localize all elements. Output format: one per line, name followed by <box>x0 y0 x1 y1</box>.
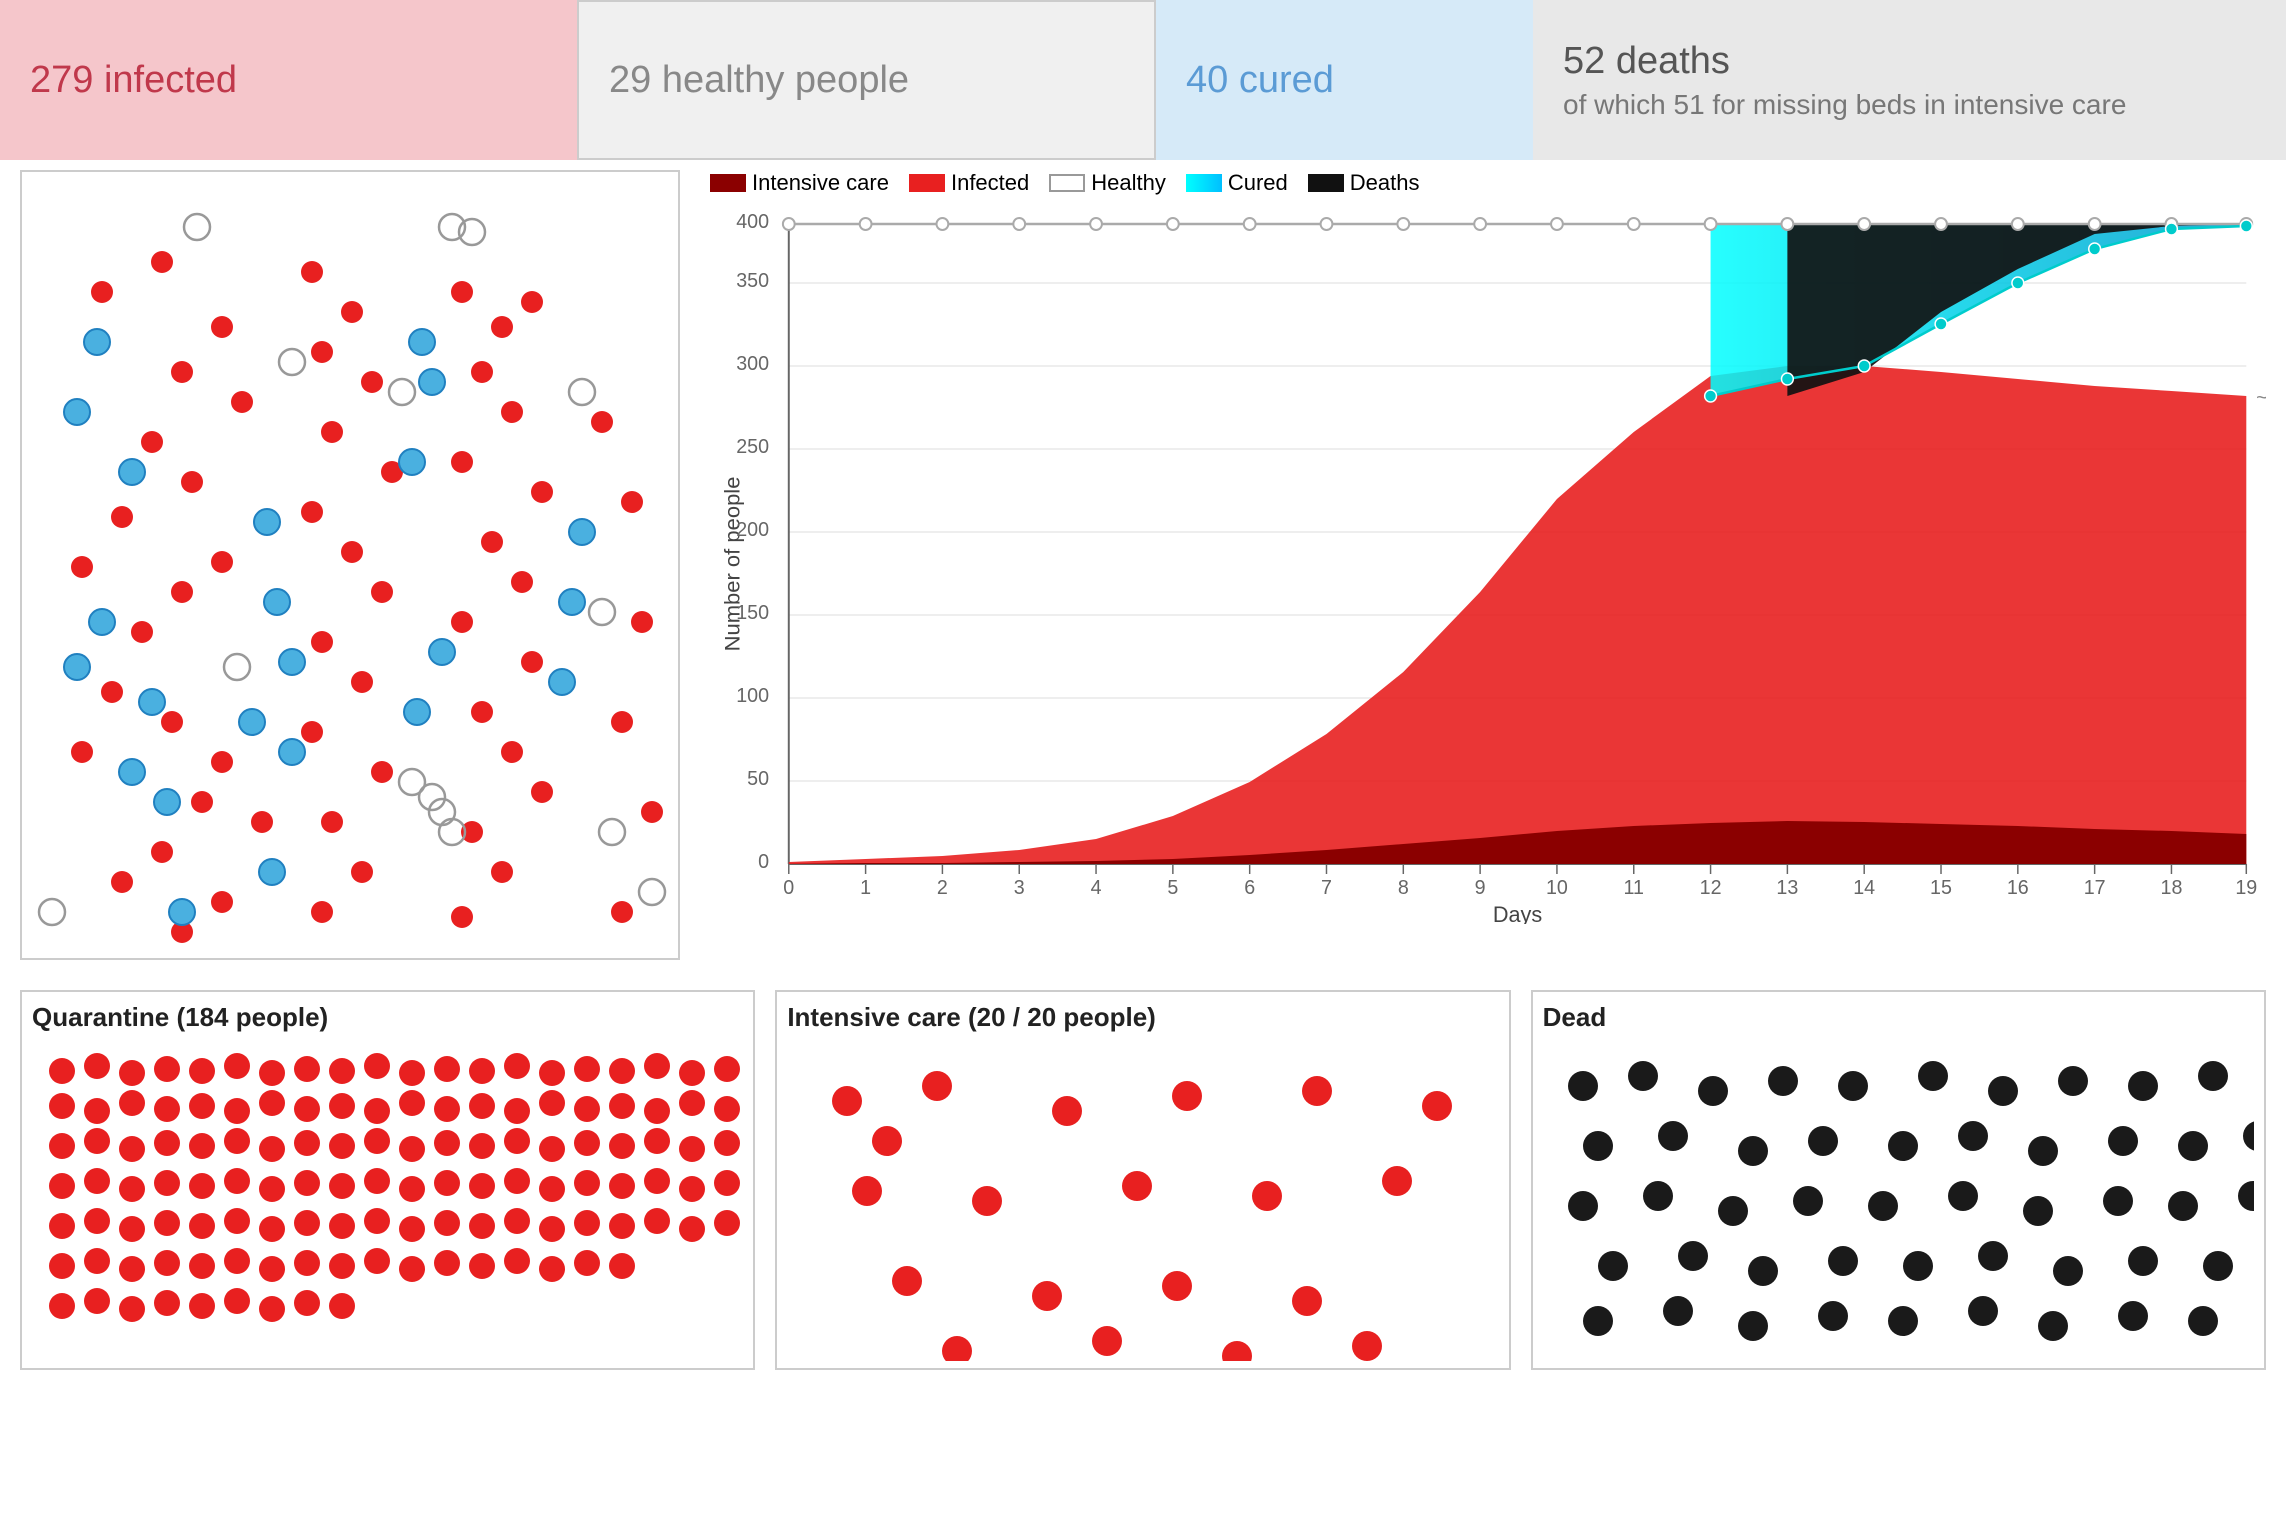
deaths-main: 52 deaths <box>1563 40 1730 83</box>
bottom-panels: Quarantine (184 people) <box>0 980 2286 1380</box>
legend-infected: Infected <box>909 170 1029 196</box>
intensive-color <box>710 174 746 192</box>
svg-text:10: 10 <box>1546 877 1568 899</box>
deaths-sub: of which 51 for missing beds in intensiv… <box>1563 89 2126 121</box>
chart-svg-wrapper: Number of people 0 50 100 150 200 <box>710 204 2266 924</box>
legend-deaths: Deaths <box>1308 170 1420 196</box>
svg-text:12: 12 <box>1700 877 1722 899</box>
stat-healthy: 29 healthy people <box>577 0 1156 160</box>
deaths-legend-label: Deaths <box>1350 170 1420 196</box>
svg-text:Days: Days <box>1493 902 1542 924</box>
svg-text:13: 13 <box>1776 877 1798 899</box>
main-content: Intensive care Infected Healthy Cured De… <box>0 160 2286 980</box>
infected-legend-label: Infected <box>951 170 1029 196</box>
quarantine-title: Quarantine (184 people) <box>32 1002 743 1033</box>
svg-text:300: 300 <box>736 353 769 375</box>
infected-color <box>909 174 945 192</box>
deaths-color <box>1308 174 1344 192</box>
healthy-color <box>1049 174 1085 192</box>
svg-text:18: 18 <box>2161 877 2183 899</box>
svg-text:~290: ~290 <box>2256 387 2266 409</box>
infected-label: 279 infected <box>30 59 237 102</box>
intensive-svg <box>787 1041 1498 1361</box>
quarantine-svg <box>32 1041 743 1361</box>
main-chart-svg: Number of people 0 50 100 150 200 <box>710 204 2266 924</box>
svg-text:1: 1 <box>860 877 871 899</box>
svg-text:19: 19 <box>2235 877 2257 899</box>
stat-deaths: 52 deaths of which 51 for missing beds i… <box>1533 0 2286 160</box>
svg-text:0: 0 <box>758 851 769 873</box>
svg-text:0: 0 <box>783 877 794 899</box>
scatter-container <box>20 170 680 960</box>
dead-svg <box>1543 1041 2254 1361</box>
svg-text:200: 200 <box>736 519 769 541</box>
svg-text:150: 150 <box>736 602 769 624</box>
stat-cured: 40 cured <box>1156 0 1533 160</box>
legend-intensive: Intensive care <box>710 170 889 196</box>
cured-legend-label: Cured <box>1228 170 1288 196</box>
cured-label: 40 cured <box>1186 59 1334 102</box>
svg-text:14: 14 <box>1853 877 1875 899</box>
svg-text:16: 16 <box>2007 877 2029 899</box>
svg-text:7: 7 <box>1321 877 1332 899</box>
svg-text:2: 2 <box>937 877 948 899</box>
svg-text:5: 5 <box>1167 877 1178 899</box>
dead-panel: Dead <box>1531 990 2266 1370</box>
svg-text:17: 17 <box>2084 877 2106 899</box>
svg-text:4: 4 <box>1091 877 1102 899</box>
svg-text:350: 350 <box>736 270 769 292</box>
svg-text:3: 3 <box>1014 877 1025 899</box>
legend-healthy: Healthy <box>1049 170 1166 196</box>
quarantine-panel: Quarantine (184 people) <box>20 990 755 1370</box>
svg-text:8: 8 <box>1398 877 1409 899</box>
intensive-panel: Intensive care (20 / 20 people) <box>775 990 1510 1370</box>
cured-color <box>1186 174 1222 192</box>
svg-text:15: 15 <box>1930 877 1952 899</box>
healthy-label: 29 healthy people <box>609 59 909 102</box>
svg-text:Number of people: Number of people <box>720 477 745 652</box>
intensive-label: Intensive care <box>752 170 889 196</box>
stat-infected: 279 infected <box>0 0 577 160</box>
svg-text:11: 11 <box>1624 877 1644 899</box>
quarantine-dots <box>32 1041 743 1361</box>
stats-row: 279 infected 29 healthy people 40 cured … <box>0 0 2286 160</box>
svg-text:100: 100 <box>736 685 769 707</box>
healthy-legend-label: Healthy <box>1091 170 1166 196</box>
svg-text:6: 6 <box>1244 877 1255 899</box>
dead-dots <box>1543 1041 2254 1361</box>
intensive-dots <box>787 1041 1498 1361</box>
chart-legend: Intensive care Infected Healthy Cured De… <box>710 170 2266 196</box>
svg-text:50: 50 <box>747 768 769 790</box>
dead-title: Dead <box>1543 1002 2254 1033</box>
svg-text:9: 9 <box>1475 877 1486 899</box>
intensive-title: Intensive care (20 / 20 people) <box>787 1002 1498 1033</box>
svg-text:250: 250 <box>736 436 769 458</box>
legend-cured: Cured <box>1186 170 1288 196</box>
svg-text:400: 400 <box>736 211 769 233</box>
scatter-svg <box>22 172 678 958</box>
chart-container: Intensive care Infected Healthy Cured De… <box>700 170 2266 960</box>
